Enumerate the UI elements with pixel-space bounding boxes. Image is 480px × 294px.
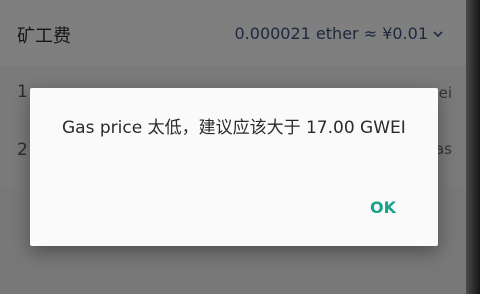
app-screen: 矿工费 0.000021 ether ≈ ¥0.01 1 ei 2 as Gas…	[0, 0, 466, 294]
alert-dialog: Gas price 太低，建议应该大于 17.00 GWEI OK	[30, 88, 438, 246]
device-bezel	[466, 0, 480, 294]
ok-button[interactable]: OK	[362, 192, 404, 223]
alert-message: Gas price 太低，建议应该大于 17.00 GWEI	[62, 118, 406, 138]
